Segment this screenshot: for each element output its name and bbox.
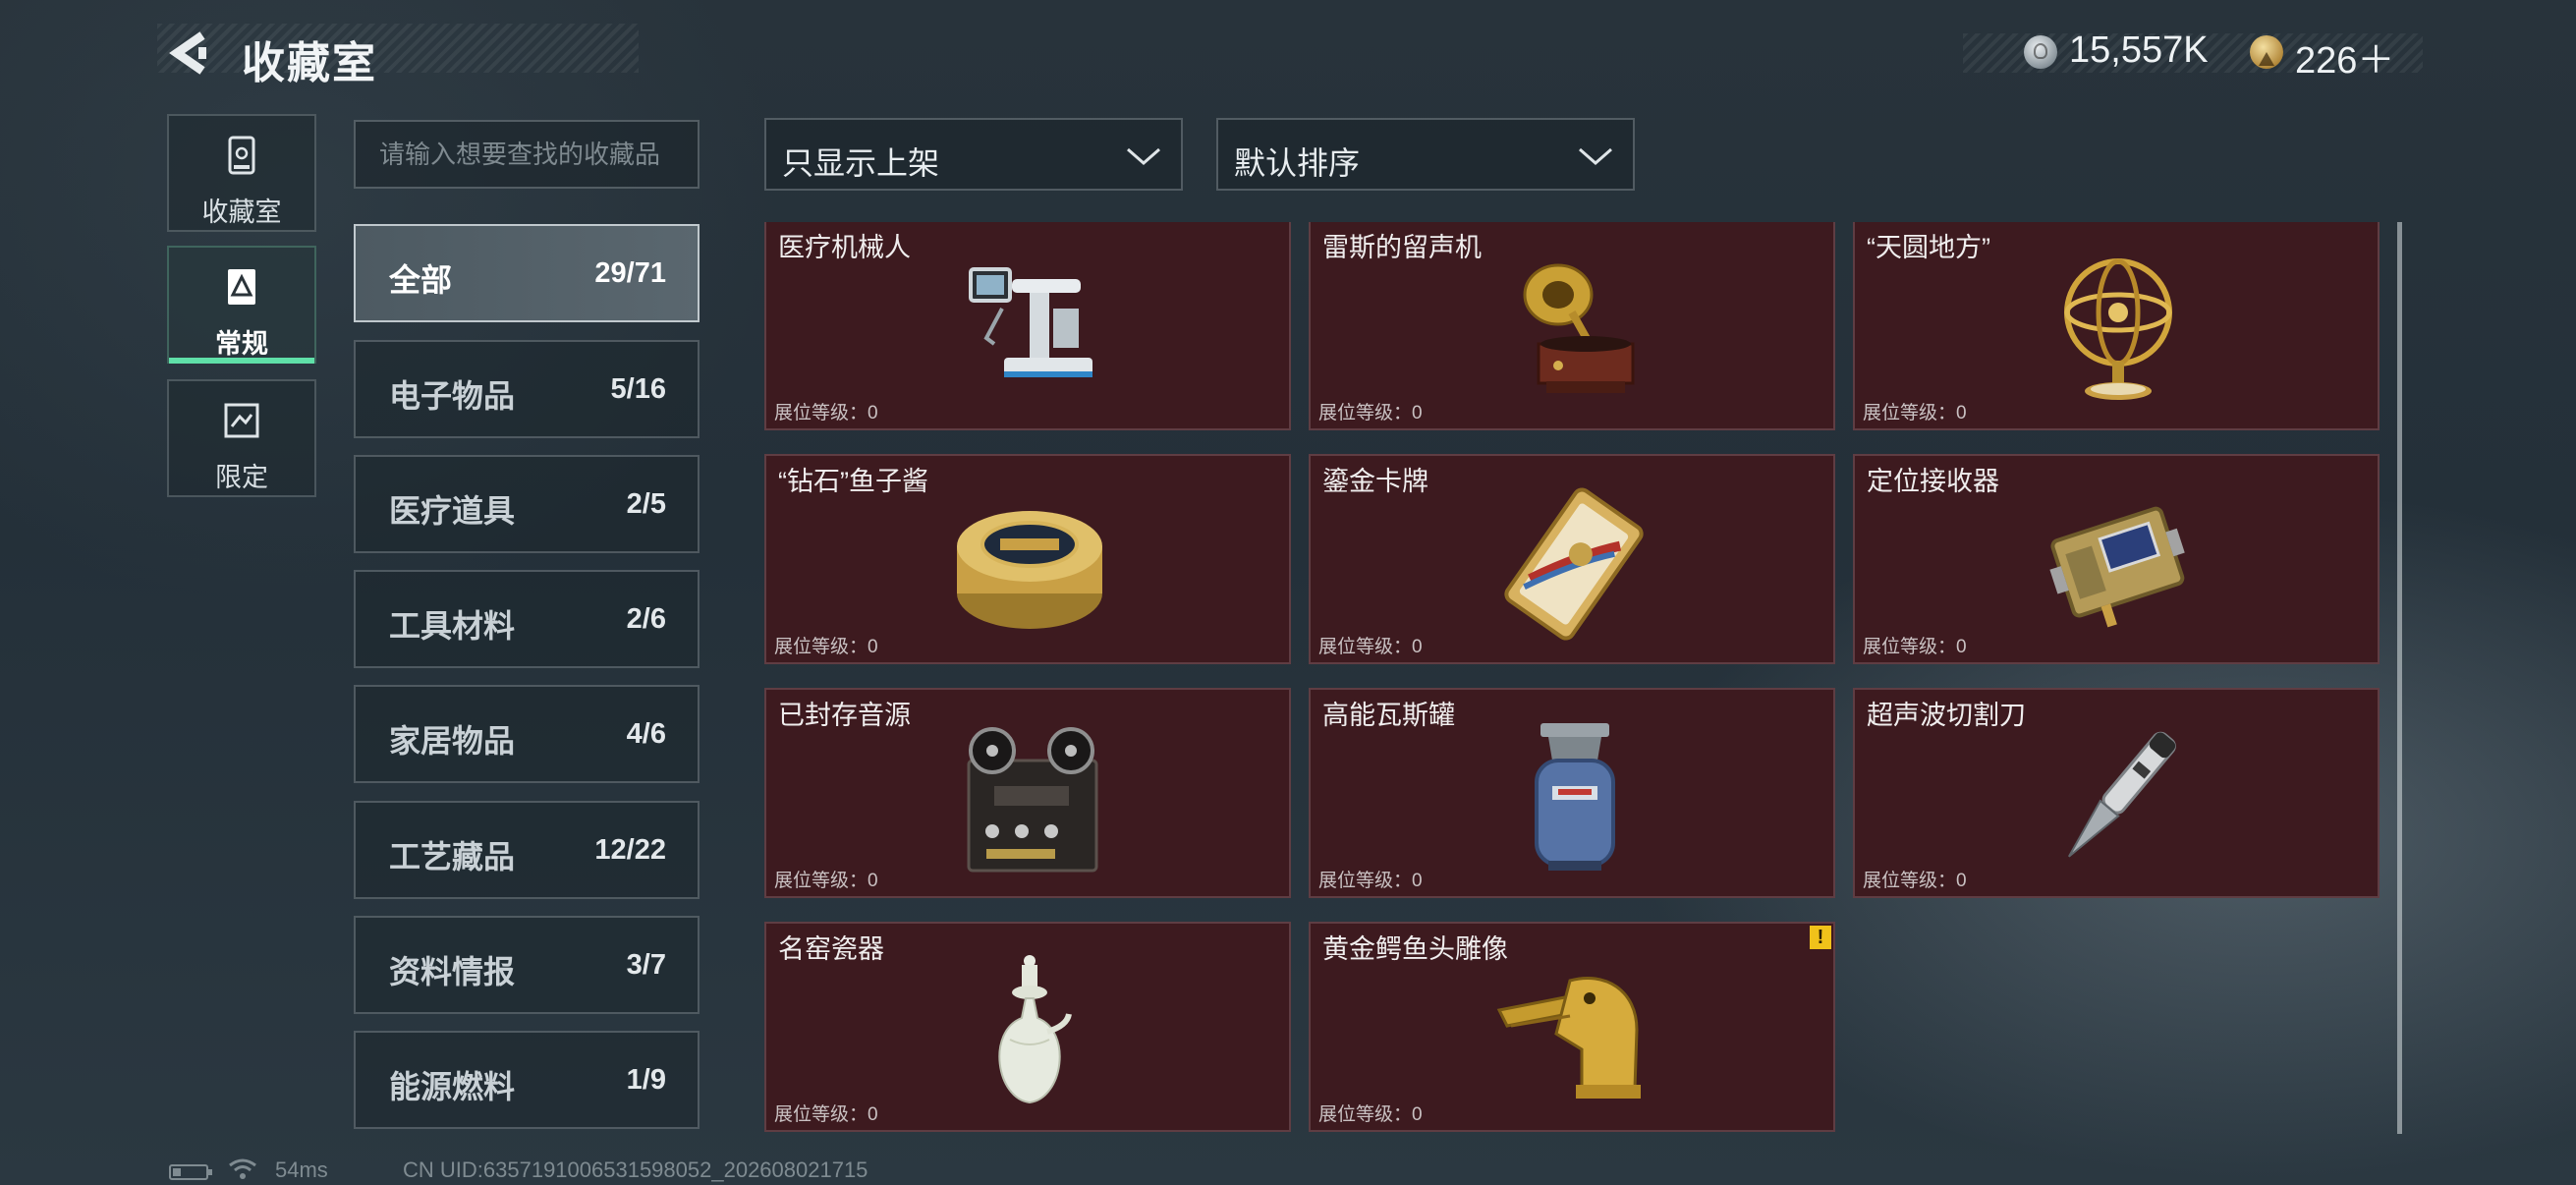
locator-receiver-image: [2049, 506, 2185, 628]
filter-dropdown[interactable]: 只显示上架: [764, 118, 1183, 191]
item-name: 高能瓦斯罐: [1322, 701, 1455, 730]
item-name: “钻石”鱼子酱: [778, 467, 928, 496]
gold-coin-icon: [2250, 35, 2283, 69]
category-count: 2/5: [626, 488, 666, 520]
filter-dropdown-label: 只显示上架: [782, 145, 940, 181]
category-medical[interactable]: 医疗道具 2/5: [354, 455, 700, 553]
item-name: 超声波切割刀: [1867, 701, 2026, 730]
caviar-tin-image: [957, 511, 1102, 629]
item-card-medical-robot[interactable]: 医疗机械人 展位等级：0: [764, 222, 1291, 430]
item-level: 展位等级：0: [1863, 871, 1967, 891]
item-name: 雷斯的留声机: [1322, 233, 1482, 262]
item-card-porcelain[interactable]: 名窑瓷器 展位等级：0: [764, 922, 1291, 1132]
item-name: 鎏金卡牌: [1322, 467, 1428, 496]
header-bar: [157, 24, 639, 73]
porcelain-vase-image: [998, 955, 1072, 1104]
category-count: 12/22: [594, 834, 666, 866]
item-level: 展位等级：0: [774, 403, 878, 423]
scrollbar-thumb[interactable]: [2397, 222, 2402, 1134]
item-name: 定位接收器: [1867, 467, 1999, 496]
category-household[interactable]: 家居物品 4/6: [354, 685, 700, 783]
category-name: 家居物品: [389, 723, 516, 759]
side-tab-label: 限定: [215, 463, 268, 492]
page-title: 收藏室: [242, 39, 377, 87]
category-count: 4/6: [626, 718, 666, 750]
uid-text: CN UID:6357191006531598052_202608021715: [403, 1157, 868, 1182]
side-tab-limited[interactable]: 限定: [167, 379, 316, 497]
silver-amount: 15,557K: [2069, 29, 2209, 71]
side-tab-label: 收藏室: [201, 198, 282, 227]
gold-crocodile-statue-image: [1496, 976, 1641, 1099]
category-all[interactable]: 全部 29/71: [354, 224, 700, 322]
item-card-ultrasonic-cutter[interactable]: 超声波切割刀 展位等级：0: [1853, 688, 2380, 898]
item-card-gold-crocodile[interactable]: 黄金鳄鱼头雕像 ! 展位等级：0: [1309, 922, 1835, 1132]
category-tools[interactable]: 工具材料 2/6: [354, 570, 700, 668]
item-card-caviar[interactable]: “钻石”鱼子酱 展位等级：0: [764, 454, 1291, 664]
category-name: 全部: [389, 262, 453, 298]
category-count: 5/16: [610, 373, 666, 405]
warning-badge: !: [1810, 926, 1831, 949]
category-count: 3/7: [626, 949, 666, 981]
item-level: 展位等级：0: [1318, 637, 1423, 657]
item-name: 医疗机械人: [778, 233, 911, 262]
item-card-gilded-card[interactable]: 鎏金卡牌 展位等级：0: [1309, 454, 1835, 664]
category-count: 29/71: [594, 257, 666, 289]
item-level: 展位等级：0: [1318, 871, 1423, 891]
gold-amount[interactable]: 226＋: [2295, 29, 2394, 84]
category-electronics[interactable]: 电子物品 5/16: [354, 340, 700, 438]
item-name: 名窑瓷器: [778, 934, 884, 964]
chevron-down-icon: [1127, 147, 1160, 165]
item-name: 已封存音源: [778, 701, 911, 730]
wifi-icon: [229, 1158, 256, 1179]
item-level: 展位等级：0: [1318, 403, 1423, 423]
category-name: 电子物品: [389, 378, 516, 414]
category-name: 工艺藏品: [389, 839, 516, 875]
collection-room-icon: [228, 136, 255, 175]
side-tab-label: 常规: [215, 329, 268, 359]
item-card-gramophone[interactable]: 雷斯的留声机 展位等级：0: [1309, 222, 1835, 430]
item-card-gas-canister[interactable]: 高能瓦斯罐 展位等级：0: [1309, 688, 1835, 898]
limited-icon: [224, 403, 259, 438]
sort-dropdown-label: 默认排序: [1234, 145, 1361, 181]
item-grid: 医疗机械人 展位等级：0 雷斯的留声机 展位等级：0 “天圆地方” 展位等级：0…: [764, 222, 2383, 1132]
sort-dropdown[interactable]: 默认排序: [1216, 118, 1635, 191]
category-name: 能源燃料: [389, 1069, 516, 1104]
side-tab-collection-room[interactable]: 收藏室: [167, 114, 316, 232]
category-name: 工具材料: [389, 608, 516, 644]
category-name: 医疗道具: [389, 493, 516, 529]
gilded-card-image: [1504, 487, 1644, 641]
item-name: “天圆地方”: [1867, 233, 1990, 262]
item-card-reel-recorder[interactable]: 已封存音源 展位等级：0: [764, 688, 1291, 898]
search-input[interactable]: [354, 120, 700, 189]
item-card-armillary[interactable]: “天圆地方” 展位等级：0: [1853, 222, 2380, 430]
category-name: 资料情报: [389, 954, 516, 989]
category-energy[interactable]: 能源燃料 1/9: [354, 1031, 700, 1129]
reel-recorder-image: [967, 727, 1098, 873]
item-level: 展位等级：0: [1318, 1104, 1423, 1125]
ping-text: 54ms: [275, 1157, 328, 1182]
regular-icon: [228, 269, 255, 305]
item-level: 展位等级：0: [774, 871, 878, 891]
category-count: 1/9: [626, 1064, 666, 1096]
back-arrow-icon[interactable]: [167, 29, 216, 77]
gas-canister-image: [1535, 723, 1615, 871]
battery-icon: [169, 1164, 212, 1180]
chevron-down-icon: [1579, 147, 1612, 165]
armillary-sphere-image: [2064, 258, 2172, 400]
item-level: 展位等级：0: [1863, 637, 1967, 657]
side-tab-regular[interactable]: 常规: [167, 246, 316, 364]
item-level: 展位等级：0: [774, 637, 878, 657]
medical-robot-image: [969, 267, 1092, 377]
category-intel[interactable]: 资料情报 3/7: [354, 916, 700, 1014]
silver-coin-icon: [2024, 35, 2057, 69]
gramophone-image: [1523, 263, 1635, 393]
category-count: 2/6: [626, 603, 666, 635]
active-tab-indicator: [169, 358, 314, 364]
item-name: 黄金鳄鱼头雕像: [1322, 934, 1508, 964]
category-crafts[interactable]: 工艺藏品 12/22: [354, 801, 700, 899]
item-card-locator[interactable]: 定位接收器 展位等级：0: [1853, 454, 2380, 664]
item-level: 展位等级：0: [774, 1104, 878, 1125]
ultrasonic-cutter-image: [2067, 731, 2176, 858]
item-level: 展位等级：0: [1863, 403, 1967, 423]
